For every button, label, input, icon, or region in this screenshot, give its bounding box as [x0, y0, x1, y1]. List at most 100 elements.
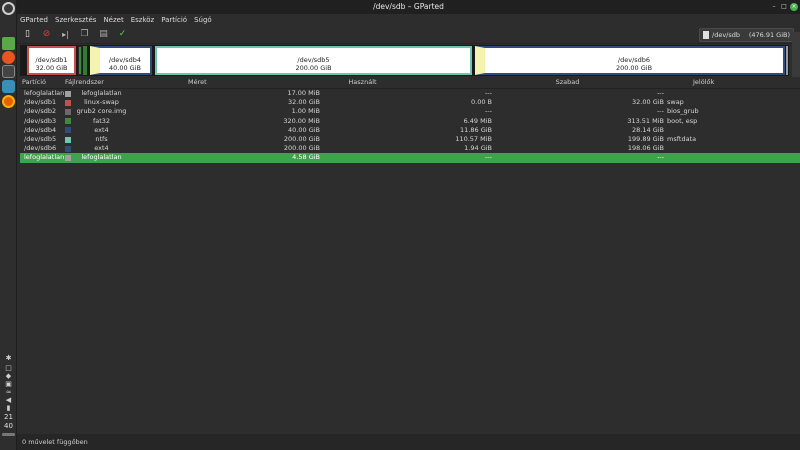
fs-color-swatch	[65, 99, 71, 106]
header-size[interactable]: Méret	[130, 78, 265, 88]
menu-device[interactable]: Eszköz	[131, 16, 155, 24]
cell-used: 6.49 MiB	[463, 116, 492, 125]
map-partition-sdb1[interactable]: /dev/sdb1 32.00 GiB	[27, 46, 76, 75]
menu-view[interactable]: Nézet	[103, 16, 123, 24]
partition-table: Partíció Fájlrendszer Méret Használt Sza…	[20, 78, 800, 163]
cell-partition: lefoglalatlan	[24, 89, 65, 97]
cell-size: 4.58 GiB	[292, 153, 320, 162]
table-header: Partíció Fájlrendszer Méret Használt Sza…	[20, 78, 800, 89]
header-flags[interactable]: Jelölők	[675, 78, 795, 88]
toolbar: ▯ ⊘ ▸| ❐ ▤ ✓ /dev/sdb (476.91 GiB)	[17, 26, 800, 44]
menu-edit[interactable]: Szerkesztés	[55, 16, 96, 24]
cell-partition: /dev/sdb5	[24, 134, 57, 143]
cell-size: 17.00 MiB	[287, 89, 320, 97]
minimize-icon[interactable]: –	[770, 3, 778, 11]
firefox-icon[interactable]	[2, 95, 15, 108]
cell-filesystem: lefoglalatlan	[81, 89, 122, 97]
cell-flags	[664, 89, 784, 98]
menu-icon[interactable]	[2, 2, 15, 15]
map-partition-sdb4[interactable]: /dev/sdb4 40.00 GiB	[90, 46, 152, 75]
table-row[interactable]: lefoglalatlan lefoglalatlan 17.00 MiB --…	[20, 89, 800, 98]
wifi-icon[interactable]: ≈	[3, 388, 14, 396]
cell-used: ---	[484, 107, 492, 116]
header-filesystem[interactable]: Fájlrendszer	[65, 78, 130, 88]
table-row[interactable]: /dev/sdb3 fat32 320.00 MiB 6.49 MiB 313.…	[20, 117, 800, 126]
cell-partition: lefoglalatlan	[24, 153, 65, 162]
map-scrollbar[interactable]	[792, 32, 800, 77]
header-partition[interactable]: Partíció	[20, 78, 65, 88]
map-partition-sdb2[interactable]	[78, 46, 82, 75]
maximize-icon[interactable]: □	[780, 3, 788, 11]
table-row[interactable]: /dev/sdb1 linux-swap 32.00 GiB 0.00 B 32…	[20, 98, 800, 107]
map-label: /dev/sdb1	[35, 56, 68, 64]
cell-free: ---	[656, 153, 664, 162]
menu-bar: GParted Szerkesztés Nézet Eszköz Partíci…	[17, 14, 800, 26]
fs-color-swatch	[65, 108, 71, 115]
paste-icon[interactable]: ▤	[98, 29, 109, 40]
table-row[interactable]: /dev/sdb6 ext4 200.00 GiB 1.94 GiB 198.0…	[20, 144, 800, 153]
map-label: /dev/sdb6	[617, 56, 651, 64]
volume-icon[interactable]: ◀	[3, 396, 14, 404]
status-bar: 0 művelet függőben	[17, 434, 800, 450]
resize-move-icon[interactable]: ▸|	[60, 29, 71, 40]
menu-partition[interactable]: Partíció	[161, 16, 187, 24]
shield-icon[interactable]: ◆	[3, 372, 14, 380]
cell-used: 1.94 GiB	[464, 144, 492, 153]
cell-size: 320.00 MiB	[283, 116, 320, 125]
clipboard-icon[interactable]: □	[3, 364, 14, 372]
header-used[interactable]: Használt	[265, 78, 460, 88]
cell-filesystem: ntfs	[95, 134, 108, 143]
cell-free: 313.51 MiB	[627, 116, 664, 125]
cell-used: ---	[484, 153, 492, 162]
fs-color-swatch	[65, 136, 71, 143]
cell-filesystem: lefoglalatlan	[81, 153, 122, 162]
map-size: 32.00 GiB	[35, 64, 68, 72]
table-row[interactable]: /dev/sdb2 grub2 core.img 1.00 MiB --- --…	[20, 107, 800, 116]
fs-color-swatch	[65, 90, 71, 97]
cell-filesystem: linux-swap	[84, 98, 119, 107]
menu-gparted[interactable]: GParted	[20, 16, 48, 24]
system-panel: ✱ □ ◆ ▣ ≈ ◀ ▮ 21 40	[0, 0, 17, 450]
cell-partition: /dev/sdb4	[24, 125, 57, 134]
device-select[interactable]: /dev/sdb (476.91 GiB)	[699, 28, 794, 42]
header-free[interactable]: Szabad	[460, 78, 675, 88]
keyboard-icon[interactable]: ▣	[3, 380, 14, 388]
terminal-icon[interactable]	[2, 65, 15, 78]
apply-icon[interactable]: ✓	[117, 29, 128, 40]
folder-icon[interactable]	[2, 37, 15, 50]
copy-icon[interactable]: ❐	[79, 29, 90, 40]
battery-icon[interactable]: ▮	[3, 404, 14, 412]
title-bar[interactable]: /dev/sdb – GParted – □ ×	[17, 0, 800, 14]
map-unallocated[interactable]	[786, 46, 788, 75]
cell-used: 0.00 B	[471, 98, 492, 107]
table-row[interactable]: /dev/sdb4 ext4 40.00 GiB 11.86 GiB 28.14…	[20, 126, 800, 135]
map-partition-sdb3[interactable]	[83, 46, 87, 75]
new-partition-icon[interactable]: ▯	[22, 29, 33, 40]
menu-help[interactable]: Súgó	[194, 16, 212, 24]
cell-filesystem: fat32	[92, 116, 111, 125]
window-title: /dev/sdb – GParted	[373, 2, 444, 11]
cell-flags: bios_grub	[667, 107, 699, 116]
cell-filesystem: ext4	[94, 144, 109, 153]
gparted-icon[interactable]	[2, 80, 15, 93]
fs-color-swatch	[65, 145, 71, 152]
cell-flags	[664, 144, 784, 153]
clock-hours: 21	[4, 413, 13, 421]
cell-filesystem: grub2 core.img	[76, 107, 127, 116]
close-icon[interactable]: ×	[790, 3, 798, 11]
clock[interactable]: 21 40	[0, 413, 17, 431]
ubuntu-icon[interactable]	[2, 51, 15, 64]
delete-icon[interactable]: ⊘	[41, 29, 52, 40]
cell-flags: boot, esp	[667, 116, 698, 125]
map-partition-sdb6[interactable]: /dev/sdb6 200.00 GiB	[475, 46, 785, 75]
map-partition-sdb5[interactable]: /dev/sdb5 200.00 GiB	[155, 46, 472, 75]
cell-free: 32.00 GiB	[632, 98, 664, 107]
bluetooth-icon[interactable]: ✱	[3, 354, 14, 362]
cell-partition: /dev/sdb3	[24, 116, 57, 125]
table-row[interactable]: /dev/sdb5 ntfs 200.00 GiB 110.57 MiB 199…	[20, 135, 800, 144]
map-label: /dev/sdb5	[297, 56, 330, 64]
show-desktop-button[interactable]	[2, 433, 15, 436]
cell-free: 199.89 GiB	[627, 134, 664, 143]
table-row-selected[interactable]: lefoglalatlan lefoglalatlan 4.58 GiB ---…	[20, 153, 800, 163]
device-size: (476.91 GiB)	[748, 31, 790, 39]
